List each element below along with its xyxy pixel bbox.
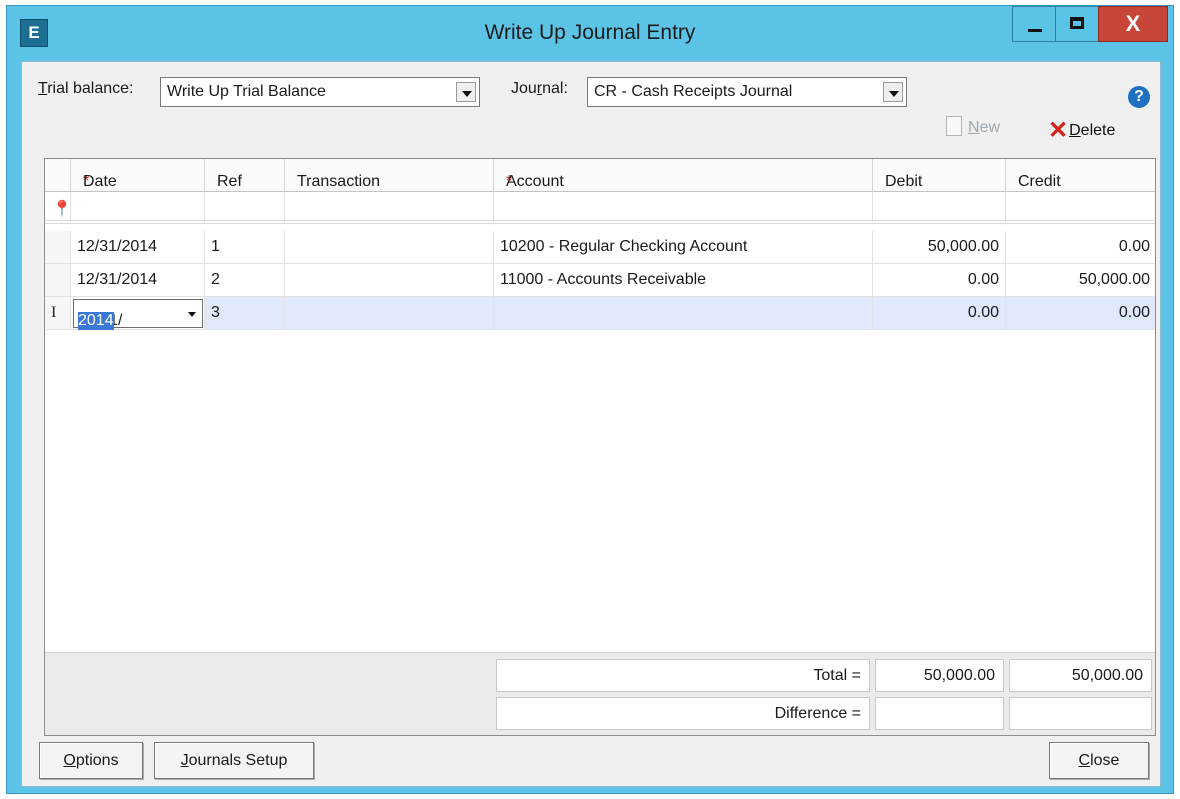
title-bar[interactable]: E Write Up Journal Entry X: [7, 6, 1173, 60]
chevron-down-icon[interactable]: [883, 82, 903, 102]
filter-cell-debit[interactable]: [873, 192, 1006, 224]
journal-select[interactable]: CR - Cash Receipts Journal: [587, 77, 907, 107]
new-document-icon: [946, 116, 962, 136]
table-cell-account[interactable]: [494, 297, 873, 330]
close-button[interactable]: Close: [1049, 742, 1149, 779]
table-cell-date[interactable]: 12/31/2014: [71, 231, 205, 264]
window-title: Write Up Journal Entry: [484, 21, 696, 44]
table-cell-ref[interactable]: 3: [205, 297, 285, 330]
row-selector-editing[interactable]: I: [45, 297, 71, 330]
table-cell-ref[interactable]: 1: [205, 231, 285, 264]
trial-balance-value: Write Up Trial Balance: [167, 83, 326, 100]
table-cell-ref[interactable]: 2: [205, 264, 285, 297]
journal-label: Journal:: [511, 80, 568, 97]
filter-row-selector: 📍: [45, 192, 72, 224]
delete-button[interactable]: ✕Delete: [1048, 116, 1115, 145]
minimize-button[interactable]: [1012, 6, 1056, 42]
difference-credit: [1009, 697, 1152, 730]
close-window-button[interactable]: X: [1098, 6, 1168, 42]
chevron-down-icon[interactable]: [188, 312, 196, 317]
table-cell-account[interactable]: 11000 - Accounts Receivable: [494, 264, 873, 297]
trial-balance-select[interactable]: Write Up Trial Balance: [160, 77, 480, 107]
filter-cell-ref[interactable]: [205, 192, 285, 224]
total-label: Total =: [496, 659, 870, 692]
journals-setup-button[interactable]: Journals Setup: [154, 742, 314, 779]
maximize-button[interactable]: [1055, 6, 1099, 42]
row-selector-header: [45, 159, 71, 192]
table-cell-credit[interactable]: 0.00: [1006, 297, 1155, 330]
options-button[interactable]: Options: [39, 742, 143, 779]
filter-cell-date[interactable]: [71, 192, 205, 224]
chevron-down-icon[interactable]: [456, 82, 476, 102]
new-button[interactable]: New: [946, 116, 1000, 137]
journal-value: CR - Cash Receipts Journal: [594, 83, 793, 100]
maximize-icon: [1070, 17, 1084, 29]
total-debit: 50,000.00: [875, 659, 1004, 692]
close-icon: X: [1125, 11, 1141, 36]
table-cell-credit[interactable]: 50,000.00: [1006, 264, 1155, 297]
column-header-credit[interactable]: Credit: [1006, 159, 1155, 192]
help-icon[interactable]: ?: [1128, 86, 1150, 108]
table-cell-transaction[interactable]: [285, 231, 494, 264]
column-header-debit[interactable]: Debit: [873, 159, 1006, 192]
filter-cell-credit[interactable]: [1006, 192, 1155, 224]
table-cell-account[interactable]: 10200 - Regular Checking Account: [494, 231, 873, 264]
table-cell-transaction[interactable]: [285, 297, 494, 330]
column-header-date[interactable]: * Date: [71, 159, 205, 192]
selected-text: 2014: [78, 312, 114, 330]
table-cell-debit[interactable]: 0.00: [873, 297, 1006, 330]
table-cell-date-editing[interactable]: 12/31/2014: [71, 297, 205, 330]
edit-cursor-icon: I: [51, 304, 57, 321]
filter-cell-account[interactable]: [494, 192, 873, 224]
date-editor[interactable]: 12/31/2014: [73, 299, 203, 330]
grid-footer: Total = 50,000.00 50,000.00 Difference =: [45, 652, 1155, 735]
minimize-icon: [1028, 29, 1042, 32]
table-cell-debit[interactable]: 0.00: [873, 264, 1006, 297]
filter-pin-icon: 📍: [52, 201, 72, 218]
window: E Write Up Journal Entry X Trial balance…: [6, 5, 1174, 794]
trial-balance-label: Trial balance:: [38, 80, 134, 97]
table-cell-debit[interactable]: 50,000.00: [873, 231, 1006, 264]
column-header-ref[interactable]: Ref: [205, 159, 285, 192]
filter-cell-transaction[interactable]: [285, 192, 494, 224]
row-selector[interactable]: [45, 231, 71, 264]
difference-debit: [875, 697, 1004, 730]
column-header-transaction[interactable]: Transaction: [285, 159, 494, 192]
client-area: Trial balance: Write Up Trial Balance Jo…: [21, 61, 1161, 787]
column-header-account[interactable]: * Account: [494, 159, 873, 192]
total-credit: 50,000.00: [1009, 659, 1152, 692]
table-cell-transaction[interactable]: [285, 264, 494, 297]
difference-label: Difference =: [496, 697, 870, 730]
table-cell-credit[interactable]: 0.00: [1006, 231, 1155, 264]
journal-entry-grid[interactable]: * Date Ref Transaction * Account Debit Cre…: [44, 158, 1156, 736]
table-cell-date[interactable]: 12/31/2014: [71, 264, 205, 297]
row-selector[interactable]: [45, 264, 71, 297]
delete-x-icon: ✕: [1048, 117, 1069, 144]
